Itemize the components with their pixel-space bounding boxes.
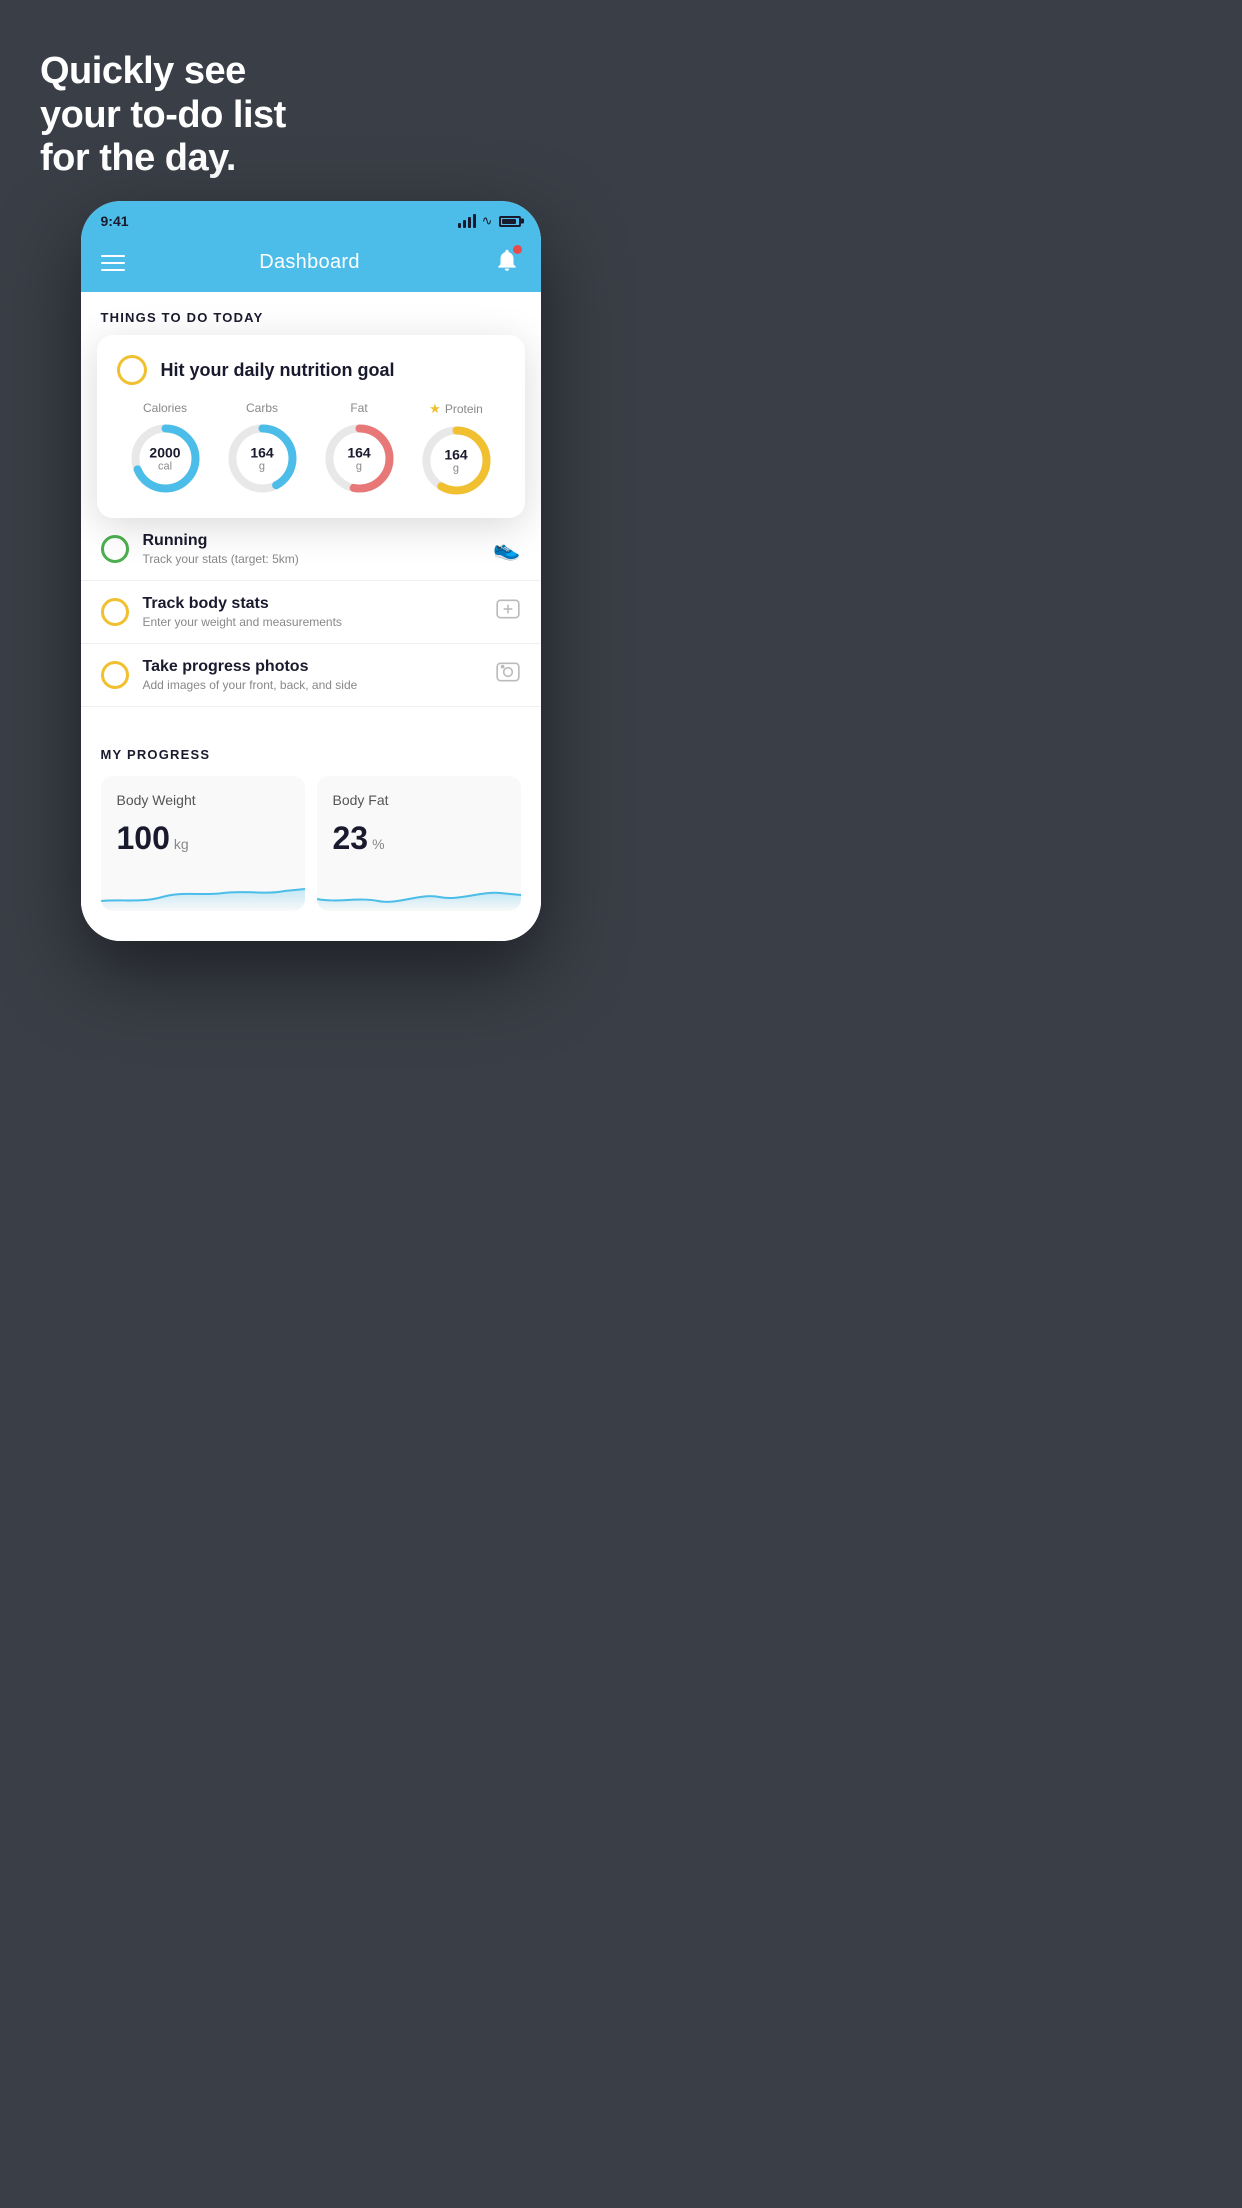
body-weight-value-row: 100 kg <box>117 820 289 857</box>
app-content: THINGS TO DO TODAY Hit your daily nutrit… <box>81 292 541 941</box>
body-weight-card: Body Weight 100 kg <box>101 776 305 911</box>
hero-title: Quickly see your to-do list for the day. <box>40 50 581 181</box>
bottom-spacer <box>81 911 541 941</box>
battery-icon <box>499 216 521 227</box>
card-title-row: Hit your daily nutrition goal <box>117 355 505 385</box>
protein-donut: 164 g <box>419 423 494 498</box>
nutrition-checkbox[interactable] <box>117 355 147 385</box>
body-weight-value: 100 <box>117 820 170 857</box>
photos-subtitle: Add images of your front, back, and side <box>143 678 481 692</box>
body-weight-chart <box>101 871 305 911</box>
app-header: Dashboard <box>81 237 541 292</box>
fat-label: Fat <box>350 401 367 415</box>
fat-donut: 164 g <box>322 421 397 496</box>
signal-icon <box>458 214 476 228</box>
status-bar: 9:41 ∿ <box>81 201 541 237</box>
body-fat-card: Body Fat 23 % <box>317 776 521 911</box>
fat-item: Fat 164 g <box>322 401 397 496</box>
shoe-icon: 👟 <box>493 536 520 562</box>
wifi-icon: ∿ <box>482 213 493 229</box>
body-weight-card-title: Body Weight <box>117 792 289 808</box>
status-icons: ∿ <box>458 213 521 229</box>
progress-section: MY PROGRESS Body Weight 100 kg <box>81 727 541 911</box>
notification-button[interactable] <box>494 247 520 278</box>
status-time: 9:41 <box>101 213 129 229</box>
phone-mockup: 9:41 ∿ Dashboard <box>81 201 541 941</box>
todo-item-photos[interactable]: Take progress photos Add images of your … <box>81 644 541 707</box>
things-to-do-header: THINGS TO DO TODAY <box>81 292 541 335</box>
progress-section-title: MY PROGRESS <box>101 747 521 762</box>
body-stats-subtitle: Enter your weight and measurements <box>143 615 481 629</box>
notification-dot <box>513 245 522 254</box>
hero-section: Quickly see your to-do list for the day. <box>0 0 621 201</box>
nutrition-grid: Calories 2000 cal <box>117 401 505 498</box>
running-checkbox[interactable] <box>101 535 129 563</box>
star-icon: ★ <box>429 401 441 417</box>
body-fat-unit: % <box>372 836 384 852</box>
menu-button[interactable] <box>101 255 125 271</box>
calories-label: Calories <box>143 401 187 415</box>
todo-item-body-stats[interactable]: Track body stats Enter your weight and m… <box>81 581 541 644</box>
body-fat-chart <box>317 871 521 911</box>
nutrition-card: Hit your daily nutrition goal Calories <box>97 335 525 518</box>
photo-icon <box>495 659 521 691</box>
carbs-item: Carbs 164 g <box>225 401 300 496</box>
carbs-label: Carbs <box>246 401 278 415</box>
header-title: Dashboard <box>259 251 360 274</box>
photos-text: Take progress photos Add images of your … <box>143 658 481 692</box>
body-weight-unit: kg <box>174 836 189 852</box>
body-fat-value-row: 23 % <box>333 820 505 857</box>
body-stats-text: Track body stats Enter your weight and m… <box>143 595 481 629</box>
running-title: Running <box>143 532 480 550</box>
running-subtitle: Track your stats (target: 5km) <box>143 552 480 566</box>
scale-icon <box>495 596 521 628</box>
todo-list: Running Track your stats (target: 5km) 👟… <box>81 508 541 707</box>
calories-item: Calories 2000 cal <box>128 401 203 496</box>
progress-grid: Body Weight 100 kg <box>101 776 521 911</box>
body-fat-card-title: Body Fat <box>333 792 505 808</box>
nutrition-card-title: Hit your daily nutrition goal <box>161 360 395 381</box>
running-text: Running Track your stats (target: 5km) <box>143 532 480 566</box>
protein-label: ★ Protein <box>429 401 483 417</box>
body-stats-title: Track body stats <box>143 595 481 613</box>
body-stats-checkbox[interactable] <box>101 598 129 626</box>
calories-donut: 2000 cal <box>128 421 203 496</box>
body-fat-value: 23 <box>333 820 369 857</box>
photos-checkbox[interactable] <box>101 661 129 689</box>
phone-wrapper: 9:41 ∿ Dashboard <box>0 201 621 981</box>
photos-title: Take progress photos <box>143 658 481 676</box>
carbs-donut: 164 g <box>225 421 300 496</box>
protein-item: ★ Protein 164 g <box>419 401 494 498</box>
todo-item-running[interactable]: Running Track your stats (target: 5km) 👟 <box>81 518 541 581</box>
